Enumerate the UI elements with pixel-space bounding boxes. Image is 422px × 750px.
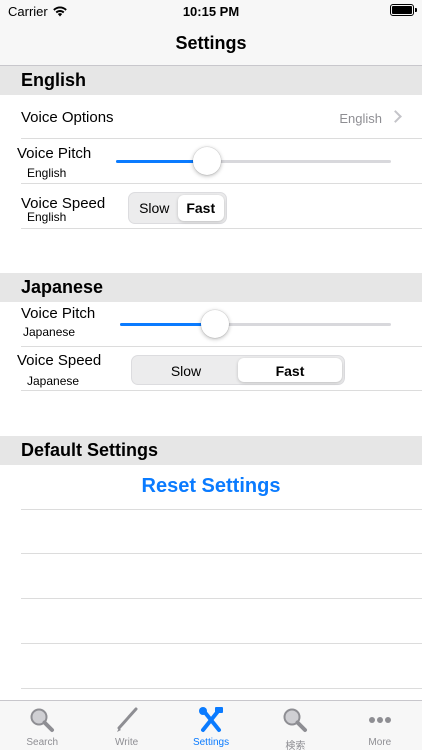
row-divider bbox=[21, 509, 422, 510]
tab-label: More bbox=[368, 737, 392, 748]
tab-write[interactable]: Write bbox=[84, 701, 168, 750]
tools-icon bbox=[199, 707, 224, 732]
row-divider bbox=[21, 390, 422, 391]
row-divider bbox=[21, 598, 422, 599]
tab-bar: Search Write Settings 検索 More bbox=[0, 700, 422, 750]
magnifier-icon bbox=[283, 708, 308, 732]
chevron-right-icon bbox=[389, 110, 402, 123]
tab-label: 検索 bbox=[285, 741, 306, 750]
row-divider bbox=[21, 138, 422, 139]
japanese-voice-pitch-sub: Japanese bbox=[23, 325, 76, 339]
page-title: Settings bbox=[175, 33, 247, 53]
navigation-bar: Settings bbox=[0, 22, 422, 66]
english-voice-pitch-slider[interactable] bbox=[116, 147, 391, 175]
status-time: 10:15 PM bbox=[182, 4, 240, 19]
section-header-english: English bbox=[0, 66, 422, 95]
section-header-default-settings: Default Settings bbox=[0, 436, 422, 465]
japanese-speed-slow[interactable]: Slow bbox=[134, 358, 238, 382]
magnifier-icon bbox=[30, 708, 55, 732]
slider-thumb[interactable] bbox=[192, 147, 221, 175]
japanese-voice-pitch-slider[interactable] bbox=[120, 310, 391, 338]
pencil-icon bbox=[116, 707, 138, 732]
tab-label: Settings bbox=[192, 737, 230, 748]
japanese-voice-pitch-label: Voice Pitch bbox=[21, 305, 96, 322]
tab-search-japanese[interactable]: 検索 bbox=[253, 701, 337, 750]
japanese-voice-speed-control[interactable]: Slow Fast bbox=[131, 355, 345, 385]
battery-icon bbox=[390, 4, 417, 16]
tab-settings[interactable]: Settings bbox=[169, 701, 253, 750]
reset-settings-button[interactable]: Reset Settings bbox=[0, 475, 422, 498]
tab-more[interactable]: More bbox=[338, 701, 422, 750]
section-header-japanese: Japanese bbox=[0, 273, 422, 302]
row-divider bbox=[21, 643, 422, 644]
japanese-speed-fast[interactable]: Fast bbox=[238, 358, 342, 382]
english-voice-pitch-sub: English bbox=[27, 166, 67, 180]
voice-options-value: English bbox=[339, 111, 382, 126]
tab-label: Write bbox=[115, 737, 139, 748]
english-speed-fast[interactable]: Fast bbox=[177, 195, 224, 221]
row-divider bbox=[21, 688, 422, 689]
row-divider bbox=[21, 346, 422, 347]
english-voice-speed-control[interactable]: Slow Fast bbox=[128, 192, 227, 224]
row-divider bbox=[21, 553, 422, 554]
tab-search[interactable]: Search bbox=[0, 701, 84, 750]
tab-label: Search bbox=[26, 737, 59, 748]
status-bar: Carrier 10:15 PM bbox=[0, 0, 422, 22]
slider-thumb[interactable] bbox=[200, 310, 229, 338]
row-divider bbox=[21, 183, 422, 184]
english-voice-pitch-label: Voice Pitch bbox=[17, 145, 92, 162]
japanese-voice-speed-label: Voice Speed bbox=[17, 352, 102, 369]
english-speed-slow[interactable]: Slow bbox=[131, 195, 178, 221]
more-dots-icon bbox=[368, 717, 391, 723]
row-divider bbox=[21, 228, 422, 229]
english-voice-speed-sub: English bbox=[27, 210, 67, 224]
voice-options-label: Voice Options bbox=[21, 109, 114, 126]
japanese-voice-speed-sub: Japanese bbox=[27, 374, 80, 388]
